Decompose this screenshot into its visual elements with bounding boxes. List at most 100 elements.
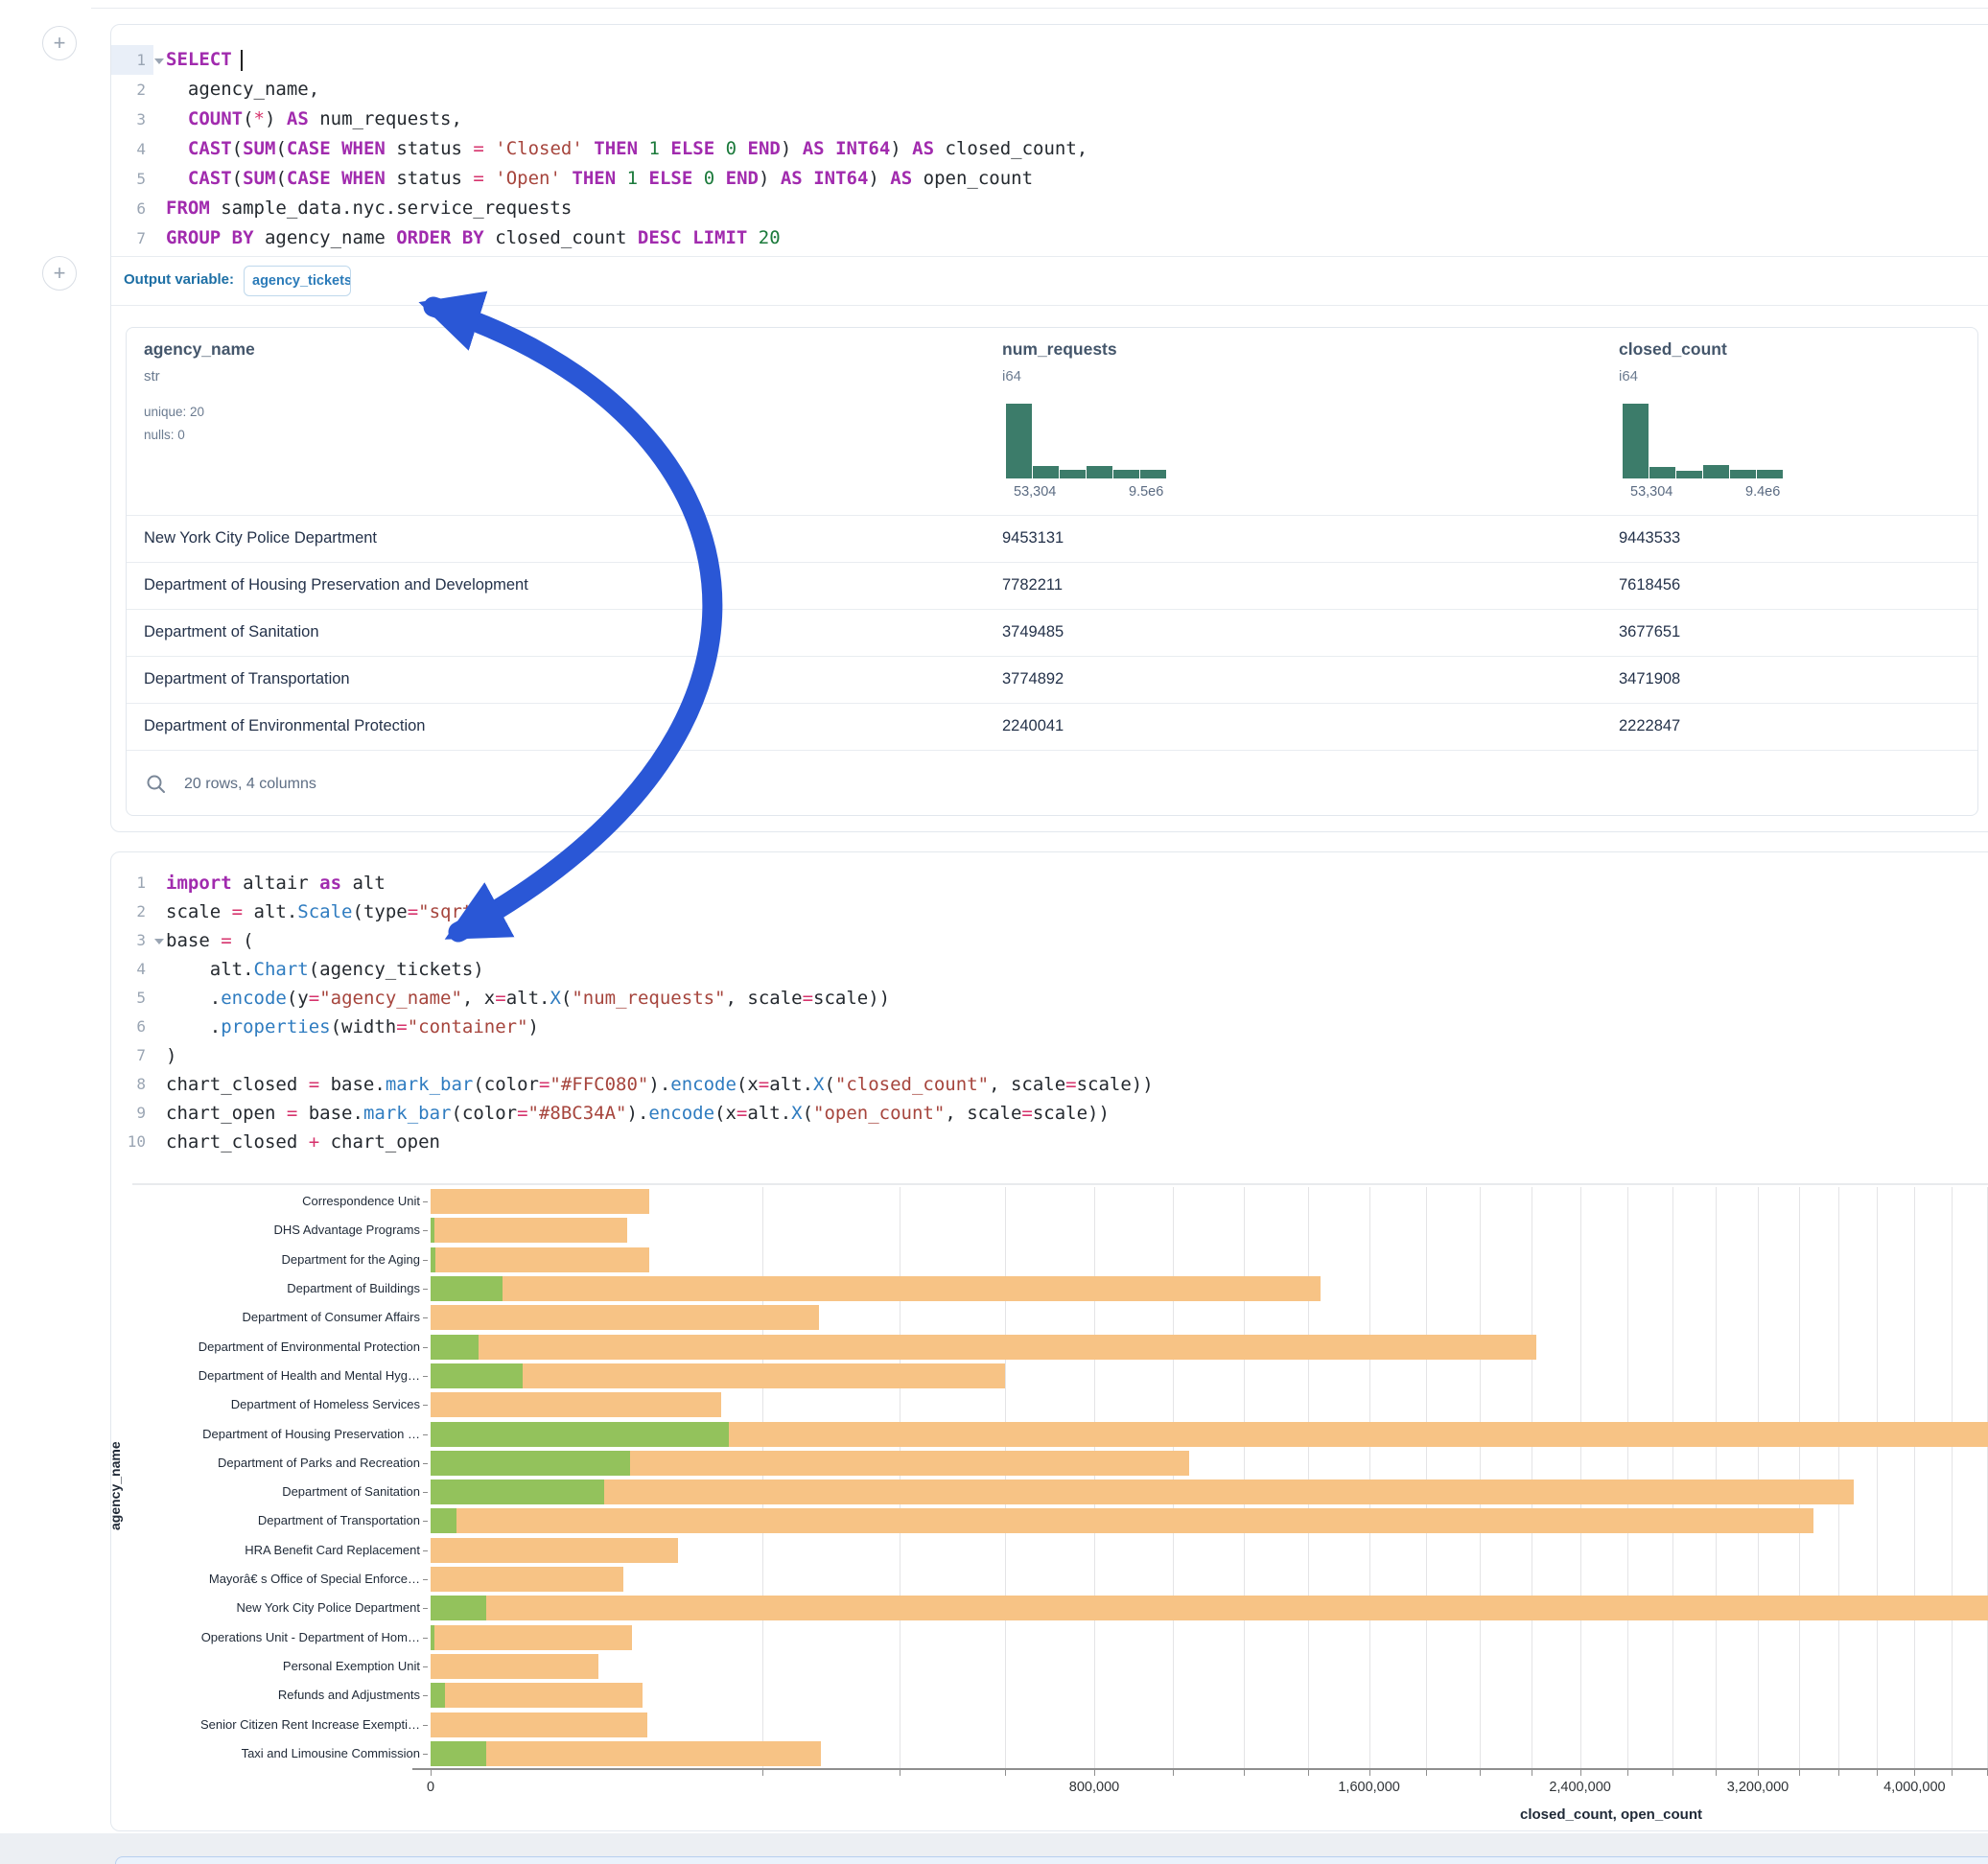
bar-closed-count bbox=[431, 1713, 647, 1737]
table-cell: Department of Environmental Protection bbox=[144, 717, 425, 735]
y-tick bbox=[423, 1317, 428, 1318]
table-footer: 20 rows, 4 columns bbox=[127, 750, 1977, 816]
y-tick bbox=[423, 1695, 428, 1696]
y-tick-label: Personal Exemption Unit bbox=[0, 1659, 420, 1673]
cell-output-divider bbox=[132, 1183, 1988, 1185]
bar-open-count bbox=[431, 1276, 503, 1301]
x-tick bbox=[1426, 1770, 1427, 1776]
column-header[interactable]: num_requests bbox=[1002, 339, 1117, 360]
y-tick-label: Senior Citizen Rent Increase Exempti… bbox=[0, 1717, 420, 1732]
table-cell: New York City Police Department bbox=[144, 529, 377, 548]
code-line[interactable]: 4 CAST(SUM(CASE WHEN status = 'Closed' T… bbox=[111, 134, 1988, 164]
code-line[interactable]: 8chart_closed = base.mark_bar(color="#FF… bbox=[111, 1070, 1988, 1099]
x-tick bbox=[1952, 1770, 1953, 1776]
bar-open-count bbox=[431, 1741, 486, 1766]
code-line[interactable]: 3 COUNT(*) AS num_requests, bbox=[111, 105, 1988, 134]
table-row[interactable]: Department of Environmental Protection 22… bbox=[127, 703, 1977, 750]
sql-cell: 1SELECT2 agency_name,3 COUNT(*) AS num_r… bbox=[110, 24, 1988, 832]
sql-code-editor[interactable]: 1SELECT2 agency_name,3 COUNT(*) AS num_r… bbox=[111, 45, 1988, 253]
table-cell: 2222847 bbox=[1619, 717, 1680, 735]
x-axis-line bbox=[412, 1768, 1988, 1770]
output-variable-label: Output variable: bbox=[124, 271, 234, 288]
y-tick-label: Department of Buildings bbox=[0, 1281, 420, 1295]
bar-closed-count bbox=[431, 1305, 819, 1330]
x-tick bbox=[1672, 1770, 1673, 1776]
table-cell: 3749485 bbox=[1002, 623, 1064, 641]
code-line[interactable]: 2scale = alt.Scale(type="sqrt") bbox=[111, 897, 1988, 926]
table-row[interactable]: Department of Housing Preservation and D… bbox=[127, 562, 1977, 609]
line-number: 9 bbox=[111, 1099, 153, 1128]
line-number: 2 bbox=[111, 75, 153, 105]
code-line[interactable]: 9chart_open = base.mark_bar(color="#8BC3… bbox=[111, 1099, 1988, 1128]
bar-closed-count bbox=[431, 1538, 678, 1563]
code-line[interactable]: 1import altair as alt bbox=[111, 869, 1988, 897]
x-tick bbox=[1173, 1770, 1174, 1776]
x-tick bbox=[1580, 1770, 1581, 1776]
x-tick-label: 0 bbox=[427, 1780, 434, 1795]
search-icon[interactable] bbox=[146, 774, 167, 795]
x-tick bbox=[1914, 1770, 1915, 1776]
bar-closed-count bbox=[431, 1218, 627, 1243]
code-line[interactable]: 10chart_closed + chart_open bbox=[111, 1128, 1988, 1156]
code-line[interactable]: 5 CAST(SUM(CASE WHEN status = 'Open' THE… bbox=[111, 164, 1988, 194]
x-tick bbox=[1480, 1770, 1481, 1776]
x-tick bbox=[1094, 1770, 1095, 1776]
column-header[interactable]: agency_name bbox=[144, 339, 255, 360]
table-row[interactable]: New York City Police Department945313194… bbox=[127, 515, 1977, 562]
bar-open-count bbox=[431, 1218, 434, 1243]
y-tick-label: Department of Consumer Affairs bbox=[0, 1310, 420, 1324]
table-row[interactable]: Department of Transportation377489234719… bbox=[127, 656, 1977, 703]
table-cell: 9443533 bbox=[1619, 529, 1680, 548]
y-tick-label: Department of Homeless Services bbox=[0, 1397, 420, 1411]
y-tick-label: Department of Parks and Recreation bbox=[0, 1456, 420, 1470]
column-stat: nulls: 0 bbox=[144, 428, 185, 442]
x-tick bbox=[1758, 1770, 1759, 1776]
x-tick bbox=[1369, 1770, 1370, 1776]
add-cell-button[interactable]: + bbox=[42, 256, 77, 291]
code-line[interactable]: 4 alt.Chart(agency_tickets) bbox=[111, 955, 1988, 984]
code-line[interactable]: 2 agency_name, bbox=[111, 75, 1988, 105]
column-histogram bbox=[1623, 402, 1795, 478]
code-line[interactable]: 7) bbox=[111, 1041, 1988, 1070]
code-line[interactable]: 7GROUP BY agency_name ORDER BY closed_co… bbox=[111, 223, 1988, 253]
y-tick-label: Department of Sanitation bbox=[0, 1484, 420, 1499]
output-variable-pill[interactable]: agency_tickets bbox=[244, 266, 351, 296]
line-number: 3 bbox=[111, 926, 153, 955]
line-number: 10 bbox=[111, 1128, 153, 1156]
row-count-status: 20 rows, 4 columns bbox=[184, 776, 316, 793]
y-tick bbox=[423, 1230, 428, 1231]
line-number: 7 bbox=[111, 223, 153, 253]
y-tick bbox=[423, 1666, 428, 1667]
x-axis-title: closed_count, open_count bbox=[1520, 1806, 1702, 1823]
add-cell-button[interactable]: + bbox=[42, 26, 77, 60]
column-stat: unique: 20 bbox=[144, 405, 204, 419]
x-tick bbox=[1308, 1770, 1309, 1776]
x-tick-label: 1,600,000 bbox=[1338, 1780, 1400, 1795]
y-tick bbox=[423, 1579, 428, 1580]
fold-chevron-icon[interactable] bbox=[154, 58, 164, 64]
y-tick-label: Operations Unit - Department of Hom… bbox=[0, 1630, 420, 1644]
code-line[interactable]: 6FROM sample_data.nyc.service_requests bbox=[111, 194, 1988, 223]
bar-closed-count bbox=[431, 1189, 649, 1214]
output-variable-row: Output variable: agency_tickets bbox=[111, 256, 1988, 306]
code-line[interactable]: 6 .properties(width="container") bbox=[111, 1013, 1988, 1041]
code-line[interactable]: 1SELECT bbox=[111, 45, 1988, 75]
column-type: i64 bbox=[1002, 368, 1021, 384]
python-code-editor[interactable]: 1import altair as alt2scale = alt.Scale(… bbox=[111, 869, 1988, 1156]
y-tick-label: HRA Benefit Card Replacement bbox=[0, 1543, 420, 1557]
fold-chevron-icon[interactable] bbox=[154, 939, 164, 944]
table-cell: 7782211 bbox=[1002, 576, 1063, 594]
x-tick bbox=[431, 1770, 432, 1776]
bar-open-count bbox=[431, 1508, 456, 1533]
y-tick bbox=[423, 1550, 428, 1551]
line-number: 6 bbox=[111, 194, 153, 223]
code-line[interactable]: 3base = ( bbox=[111, 926, 1988, 955]
bar-closed-count bbox=[431, 1480, 1854, 1504]
column-histogram bbox=[1006, 402, 1179, 478]
bar-open-count bbox=[431, 1247, 435, 1272]
y-tick-label: Department of Transportation bbox=[0, 1513, 420, 1527]
x-tick-label: 2,400,000 bbox=[1549, 1780, 1611, 1795]
code-line[interactable]: 5 .encode(y="agency_name", x=alt.X("num_… bbox=[111, 984, 1988, 1013]
column-header[interactable]: closed_count bbox=[1619, 339, 1727, 360]
table-row[interactable]: Department of Sanitation37494853677651 bbox=[127, 609, 1977, 656]
